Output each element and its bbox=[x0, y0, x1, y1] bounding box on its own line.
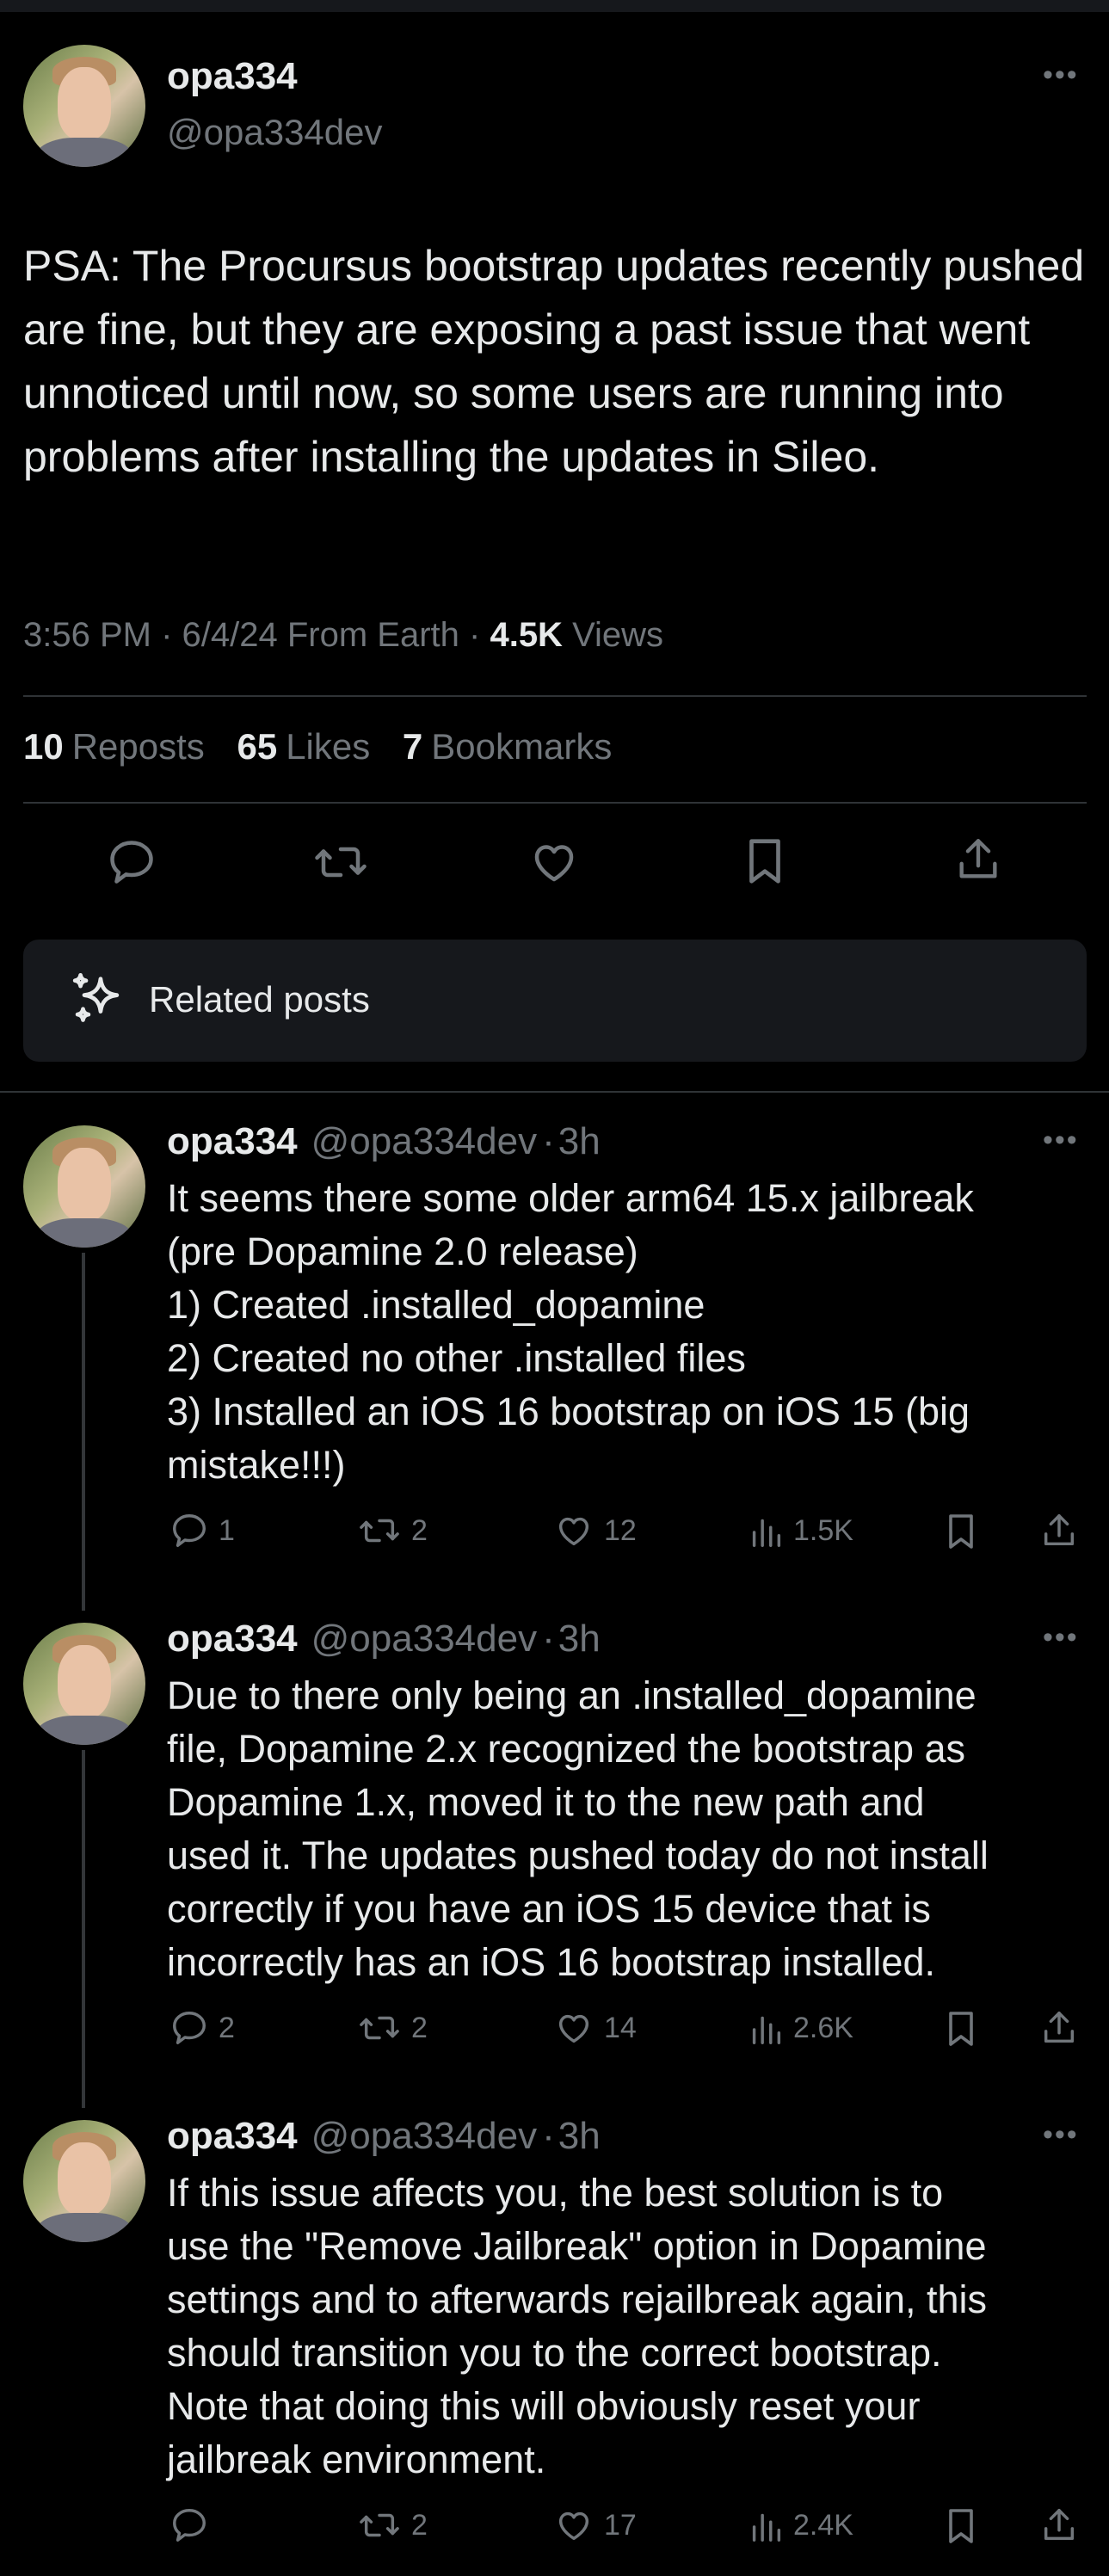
heart-icon bbox=[558, 2014, 589, 2043]
reply-author-handle[interactable]: @opa334dev bbox=[311, 1120, 537, 1162]
bookmark-icon[interactable] bbox=[742, 835, 788, 888]
reply-text: If this issue affects you, the best solu… bbox=[167, 2171, 988, 2481]
engagement-stats: 10 Reposts 65 Likes 7 Bookmarks bbox=[23, 726, 634, 767]
avatar[interactable] bbox=[23, 45, 145, 167]
author-name[interactable]: opa334 bbox=[167, 55, 298, 98]
more-icon[interactable]: ••• bbox=[1043, 59, 1079, 92]
like-button[interactable]: 14 bbox=[552, 2008, 637, 2048]
reply-time[interactable]: 3h bbox=[558, 1120, 601, 1162]
reply-author-name[interactable]: opa334 bbox=[167, 2115, 298, 2157]
avatar[interactable] bbox=[23, 2120, 145, 2242]
views-icon bbox=[752, 1519, 781, 1547]
reply-icon[interactable] bbox=[105, 836, 158, 888]
reposts-stat[interactable]: 10 Reposts bbox=[23, 726, 205, 767]
reply-button[interactable]: 2 bbox=[169, 2008, 235, 2048]
reply-author-name[interactable]: opa334 bbox=[167, 1120, 298, 1162]
like-count: 14 bbox=[604, 2011, 637, 2044]
sparkle-icon bbox=[72, 972, 120, 1022]
reply-button[interactable]: 1 bbox=[169, 1511, 235, 1550]
author-handle[interactable]: @opa334dev bbox=[167, 112, 383, 153]
share-icon[interactable] bbox=[1039, 2006, 1079, 2049]
repost-button[interactable]: 2 bbox=[356, 2008, 428, 2048]
reply-time[interactable]: 3h bbox=[558, 2115, 601, 2157]
reply-author-name[interactable]: opa334 bbox=[167, 1618, 298, 1660]
post-date: 6/4/24 bbox=[182, 616, 278, 654]
repost-button[interactable]: 2 bbox=[356, 2505, 428, 2545]
reply-time[interactable]: 3h bbox=[558, 1618, 601, 1660]
repost-icon[interactable] bbox=[311, 836, 370, 888]
divider bbox=[0, 1091, 1109, 1093]
reply-header: opa334 @opa334dev ·3h bbox=[167, 2115, 601, 2157]
post-meta: 3:56 PM · 6/4/24 From Earth · 4.5K Views bbox=[23, 616, 664, 654]
reply-header: opa334 @opa334dev ·3h bbox=[167, 1120, 601, 1162]
thread-line bbox=[82, 1750, 85, 2108]
repost-icon bbox=[360, 2513, 399, 2537]
like-count: 17 bbox=[604, 2508, 637, 2542]
bookmark-icon[interactable] bbox=[943, 2008, 979, 2049]
reply-text: Due to there only being an .installed_do… bbox=[167, 1673, 989, 1984]
post-time: 3:56 PM bbox=[23, 616, 151, 654]
divider bbox=[23, 695, 1087, 697]
post-location: From Earth bbox=[286, 616, 459, 654]
bookmarks-stat[interactable]: 7 Bookmarks bbox=[403, 726, 612, 767]
views-button[interactable]: 1.5K bbox=[747, 1511, 853, 1550]
repost-icon bbox=[360, 1519, 399, 1543]
reply-count: 2 bbox=[219, 2011, 235, 2044]
reply-header: opa334 @opa334dev ·3h bbox=[167, 1618, 601, 1660]
views-icon bbox=[752, 2016, 781, 2044]
heart-icon[interactable] bbox=[527, 836, 582, 888]
more-icon[interactable]: ••• bbox=[1043, 1124, 1079, 1157]
thread-line bbox=[82, 1253, 85, 1611]
views-label: Views bbox=[572, 616, 664, 654]
views-count: 4.5K bbox=[490, 616, 563, 654]
views-button[interactable]: 2.4K bbox=[747, 2505, 853, 2545]
more-icon[interactable]: ••• bbox=[1043, 2118, 1079, 2152]
share-icon[interactable] bbox=[953, 833, 1003, 886]
status-bar bbox=[0, 0, 1109, 12]
reply-icon bbox=[173, 1514, 206, 1547]
reply-icon bbox=[173, 2012, 206, 2044]
bookmark-icon[interactable] bbox=[943, 2505, 979, 2547]
share-icon[interactable] bbox=[1039, 1509, 1079, 1552]
divider bbox=[23, 802, 1087, 804]
views-count: 2.6K bbox=[793, 2011, 853, 2044]
related-posts-label: Related posts bbox=[149, 979, 370, 1020]
bookmark-icon[interactable] bbox=[943, 1511, 979, 1552]
views-count: 1.5K bbox=[793, 1513, 853, 1547]
reply-button[interactable] bbox=[169, 2505, 219, 2545]
reply-author-handle[interactable]: @opa334dev bbox=[311, 2115, 537, 2157]
repost-count: 2 bbox=[411, 2011, 428, 2044]
like-button[interactable]: 12 bbox=[552, 1511, 637, 1550]
more-icon[interactable]: ••• bbox=[1043, 1621, 1079, 1655]
views-icon bbox=[752, 2513, 781, 2542]
likes-stat[interactable]: 65 Likes bbox=[237, 726, 370, 767]
post-text: PSA: The Procursus bootstrap updates rec… bbox=[23, 242, 1097, 481]
views-count: 2.4K bbox=[793, 2508, 853, 2542]
reply-icon bbox=[173, 2509, 206, 2542]
repost-button[interactable]: 2 bbox=[356, 1511, 428, 1550]
repost-icon bbox=[360, 2016, 399, 2040]
repost-count: 2 bbox=[411, 2508, 428, 2542]
share-icon[interactable] bbox=[1039, 2504, 1079, 2547]
views-button[interactable]: 2.6K bbox=[747, 2008, 853, 2048]
like-count: 12 bbox=[604, 1513, 637, 1547]
heart-icon bbox=[558, 1517, 589, 1546]
reply-count: 1 bbox=[219, 1513, 235, 1547]
reply-author-handle[interactable]: @opa334dev bbox=[311, 1618, 537, 1660]
like-button[interactable]: 17 bbox=[552, 2505, 637, 2545]
heart-icon bbox=[558, 2511, 589, 2541]
related-posts-button[interactable]: Related posts bbox=[23, 940, 1087, 1062]
avatar[interactable] bbox=[23, 1623, 145, 1745]
avatar[interactable] bbox=[23, 1125, 145, 1248]
repost-count: 2 bbox=[411, 1513, 428, 1547]
reply-text: It seems there some older arm64 15.x jai… bbox=[167, 1176, 974, 1487]
